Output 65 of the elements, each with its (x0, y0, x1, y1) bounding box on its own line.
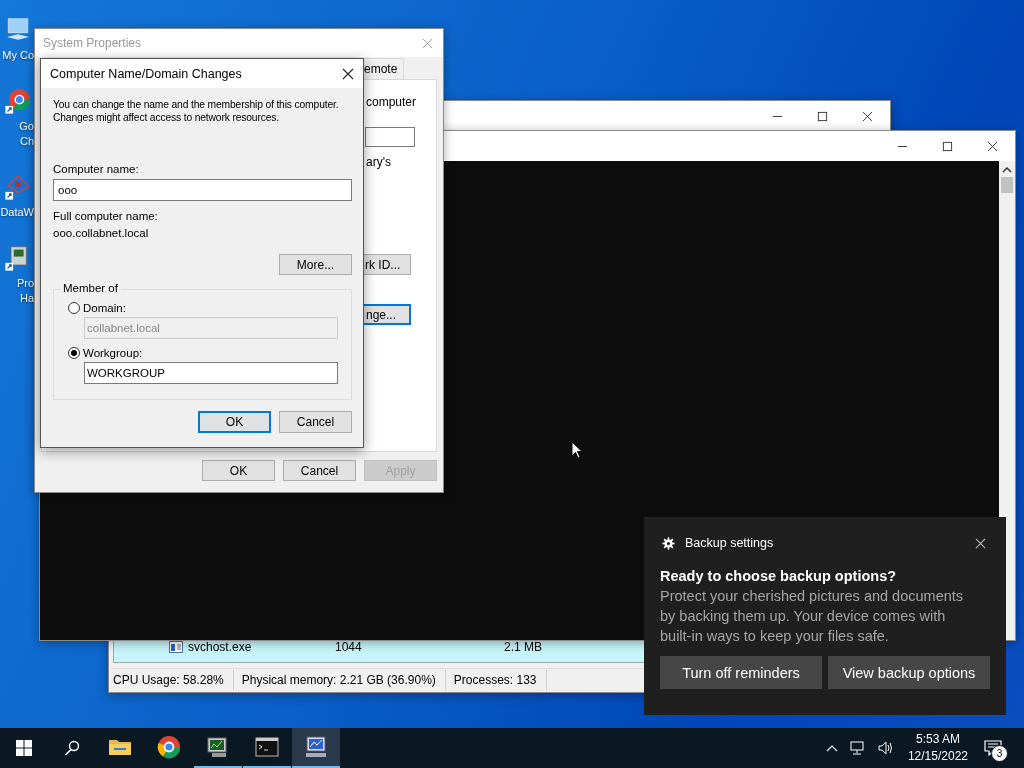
settings-icon (662, 536, 675, 550)
notification-button[interactable]: Turn off reminders (660, 656, 822, 689)
status-text: Physical memory: 2.21 GB (36.90%) (239, 670, 446, 690)
panel-button[interactable]: rk ID... (361, 254, 411, 275)
taskbar-button[interactable] (292, 728, 340, 768)
volume-icon[interactable] (877, 741, 894, 755)
desktop-icon-label[interactable]: My Co (0, 48, 34, 63)
more-button[interactable]: More... (279, 254, 352, 275)
action-center-icon[interactable] (984, 740, 1002, 756)
maximize-icon[interactable] (817, 110, 828, 122)
browser-icon (157, 735, 181, 759)
close-icon[interactable] (987, 140, 998, 152)
dialog-title: Computer Name/Domain Changes (50, 66, 242, 81)
search-icon[interactable] (64, 740, 80, 756)
radio-button[interactable] (68, 347, 80, 359)
group-legend: Member of (60, 282, 121, 294)
panel-text: computer (366, 95, 417, 109)
close-icon[interactable] (862, 110, 873, 122)
cursor-icon (571, 441, 583, 460)
notification-button[interactable]: View backup options (828, 656, 990, 689)
desktop-icon-label[interactable]: DataW (0, 205, 34, 220)
scroll-up-icon[interactable] (1002, 166, 1012, 174)
maximize-icon[interactable] (942, 140, 953, 152)
network-icon[interactable] (849, 741, 866, 755)
close-icon[interactable] (342, 67, 354, 80)
input-field[interactable] (365, 127, 415, 147)
input-field[interactable]: WORKGROUP (84, 362, 338, 384)
console-icon (255, 735, 279, 759)
radio-button[interactable] (68, 302, 80, 314)
description-text: You can change the name and the membership of this computer. Changes might affect access to network resources. (53, 98, 340, 124)
dialog-button[interactable]: Cancel (279, 411, 352, 433)
notification-title: Ready to choose backup options? (660, 568, 898, 584)
clock-time: 5:53 AM (915, 731, 960, 748)
notification-count-badge: 3 (991, 745, 1008, 762)
close-icon[interactable] (975, 537, 986, 549)
start-icon[interactable] (16, 740, 32, 756)
radio-label[interactable]: Domain: (83, 301, 126, 315)
panel-text: ary's (366, 155, 391, 169)
notification-text: Protect your cherished pictures and documents by backing them up. Your device comes with built-in ways to keep your files safe. (660, 587, 965, 646)
status-text: Processes: 133 (451, 670, 547, 690)
process-name: svchost.exe (188, 640, 253, 654)
window-title: System Properties (43, 36, 142, 50)
browser-shortcut-icon[interactable] (4, 87, 32, 115)
show-hidden-icons-caret-icon[interactable] (825, 744, 838, 752)
dialog-button[interactable]: OK (202, 460, 275, 481)
process-memory: 2.1 MB (503, 640, 542, 654)
desktop-icon-label[interactable]: Pro Ha (0, 276, 34, 306)
field-label: Computer name: (53, 162, 139, 176)
chart-shortcut-icon[interactable] (4, 173, 32, 201)
notification-app-name: Backup settings (685, 536, 774, 550)
monitor-chart-icon (206, 735, 230, 759)
computer-name-field[interactable]: ooo (53, 179, 352, 201)
desktop-icon-label[interactable]: Go Ch (0, 119, 34, 149)
clock[interactable]: 5:53 AM 12/15/2022 (907, 731, 968, 765)
status-text: CPU Usage: 58.28% (111, 670, 234, 690)
process-id: 1044 (335, 640, 363, 654)
full-computer-name: ooo.collabnet.local (53, 226, 149, 240)
field-label: Full computer name: (53, 209, 158, 223)
clock-date: 12/15/2022 (907, 748, 968, 765)
scroll-thumb[interactable] (1001, 177, 1013, 193)
radio-label[interactable]: Workgroup: (83, 346, 143, 360)
dialog-button[interactable]: OK (198, 411, 271, 433)
computer-icon (304, 735, 328, 759)
panel-button[interactable]: nge... (361, 304, 411, 325)
dialog-button[interactable]: Cancel (283, 460, 356, 481)
